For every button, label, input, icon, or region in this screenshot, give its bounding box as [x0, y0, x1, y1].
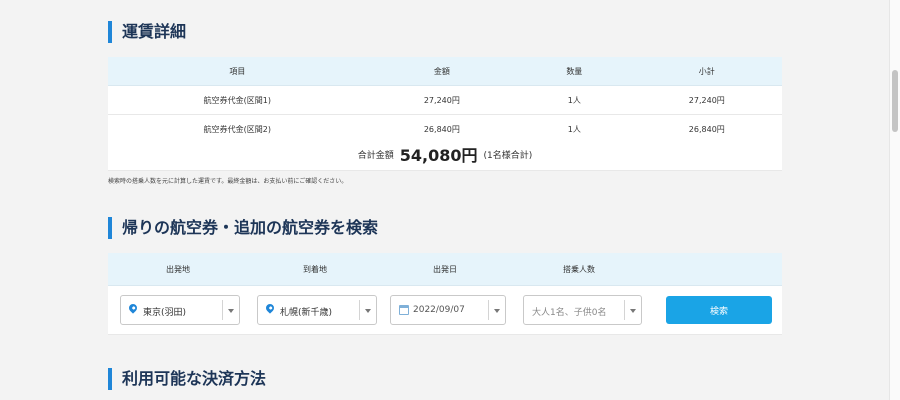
origin-label: 出発地: [166, 265, 190, 274]
select-divider: [624, 300, 625, 320]
origin-value: 東京(羽田): [143, 308, 187, 318]
fare-table-header: 項目 金額 数量 小計: [108, 57, 782, 86]
scrollbar[interactable]: [889, 0, 900, 400]
search-form: 東京(羽田) 札幌(新千歳) 2022/09/07 大人1名、子供0名 検索: [108, 286, 782, 335]
fare-details-heading: 運賃詳細: [108, 21, 186, 43]
total-note: (1名様合計): [483, 150, 533, 161]
calendar-icon: [399, 305, 409, 315]
chevron-down-icon[interactable]: [630, 309, 636, 313]
fare-note: 検索時の搭乗人数を元に計算した運賃です。最終金額は、お支払い前にご確認ください。: [108, 178, 348, 185]
row-quantity: 1人: [517, 85, 632, 115]
column-header-item: 項目: [108, 57, 367, 86]
page: 運賃詳細 項目 金額 数量 小計 航空券代金(区間1) 27,240円 1人 2…: [0, 0, 890, 400]
select-divider: [222, 300, 223, 320]
select-divider: [488, 300, 489, 320]
row-item: 航空券代金(区間1): [108, 85, 367, 115]
fare-table: 項目 金額 数量 小計 航空券代金(区間1) 27,240円 1人 27,240…: [108, 57, 782, 144]
map-pin-icon: [127, 302, 139, 314]
search-form-header: 出発地 到着地 出発日 搭乗人数: [108, 253, 782, 286]
column-header-subtotal: 小計: [631, 57, 782, 86]
select-divider: [359, 300, 360, 320]
map-pin-icon: [264, 302, 276, 314]
total-row: 合計金額 54,080円 (1名様合計): [108, 138, 782, 171]
passengers-placeholder: 大人1名、子供0名: [532, 308, 607, 318]
chevron-down-icon[interactable]: [228, 309, 234, 313]
search-heading: 帰りの航空券・追加の航空券を検索: [108, 217, 378, 239]
column-header-quantity: 数量: [517, 57, 632, 86]
chevron-down-icon[interactable]: [494, 309, 500, 313]
search-button[interactable]: 検索: [666, 296, 772, 324]
row-amount: 27,240円: [366, 85, 518, 115]
passengers-select[interactable]: 大人1名、子供0名: [523, 295, 642, 325]
passengers-label: 搭乗人数: [563, 265, 595, 274]
destination-select[interactable]: 札幌(新千歳): [257, 295, 377, 325]
payment-methods-heading: 利用可能な決済方法: [108, 368, 266, 390]
chevron-down-icon[interactable]: [365, 309, 371, 313]
origin-select[interactable]: 東京(羽田): [120, 295, 240, 325]
destination-value: 札幌(新千歳): [280, 308, 333, 318]
destination-label: 到着地: [303, 265, 327, 274]
date-value: 2022/09/07: [413, 305, 465, 315]
row-subtotal: 27,240円: [631, 85, 782, 115]
total-amount: 54,080円: [399, 146, 478, 165]
scrollbar-thumb[interactable]: [892, 70, 898, 132]
date-picker[interactable]: 2022/09/07: [390, 295, 506, 325]
date-label: 出発日: [433, 265, 457, 274]
column-header-amount: 金額: [366, 57, 518, 86]
total-label: 合計金額: [357, 150, 394, 161]
table-row: 航空券代金(区間1) 27,240円 1人 27,240円: [108, 85, 782, 115]
